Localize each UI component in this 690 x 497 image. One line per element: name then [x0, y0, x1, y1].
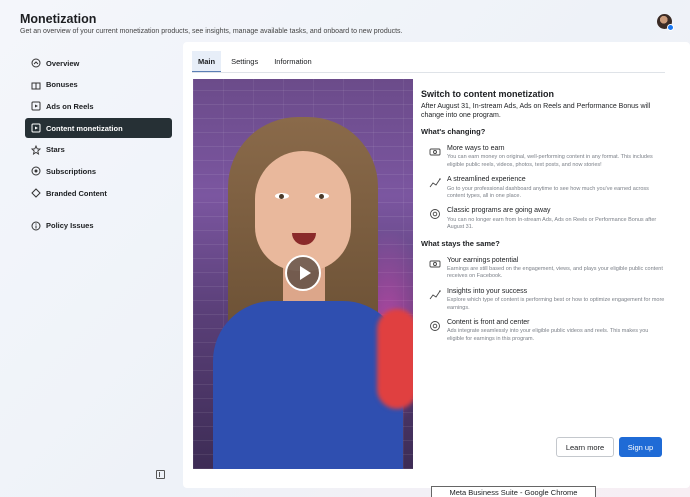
same-heading: What stays the same? [421, 238, 500, 248]
page-subtitle: Get an overview of your current monetiza… [20, 28, 403, 35]
trend-icon [429, 288, 443, 300]
sidebar-item-bonuses[interactable]: Bonuses [25, 75, 172, 95]
sidebar-item-label: Overview [46, 58, 80, 68]
overview-icon [30, 58, 41, 69]
video-eye [275, 193, 289, 199]
sidebar-item-overview[interactable]: Overview [25, 53, 172, 73]
feature-title: Content is front and center [447, 319, 530, 327]
sidebar-item-stars[interactable]: Stars [25, 140, 172, 160]
sidebar-item-label: Branded Content [46, 188, 107, 198]
feature-desc: Earnings are still based on the engageme… [447, 265, 663, 280]
reels-icon [30, 101, 41, 112]
tab-information[interactable]: Information [268, 51, 318, 72]
nav-divider [25, 205, 172, 216]
sidebar-item-label: Content monetization [46, 123, 123, 133]
feature-desc: You can earn money on original, well-per… [447, 154, 653, 168]
tab-bar: Main Settings Information [192, 51, 322, 72]
main-panel: Main Settings Information Switch to cont… [183, 42, 690, 488]
video-hand [377, 309, 413, 409]
branded-content-icon [30, 188, 41, 199]
sidebar-item-subscriptions[interactable]: Subscriptions [25, 161, 172, 181]
video-eye [315, 193, 329, 199]
feature-item: Content is front and center Ads integrate… [421, 319, 666, 343]
avatar[interactable] [657, 14, 674, 31]
target-icon [429, 207, 443, 220]
sidebar-item-content-monetization[interactable]: Content monetization [25, 118, 172, 139]
sidebar-item-label: Policy Issues [46, 221, 94, 231]
subscriptions-icon [30, 166, 41, 177]
target-icon [429, 319, 443, 331]
sidebar-item-label: Stars [46, 145, 65, 155]
feature-title: Classic programs are going away [447, 207, 551, 215]
window-tooltip: Meta Business Suite - Google Chrome [431, 486, 596, 497]
feature-item: Insights into your success Explore which … [421, 288, 666, 312]
video-player[interactable] [193, 79, 413, 469]
feature-item: Classic programs are going away You can n… [421, 207, 666, 231]
feature-item: A streamlined experience Go to your profe… [421, 176, 666, 200]
star-icon [30, 144, 41, 155]
page-header: Monetization Get an overview of your cur… [20, 12, 403, 35]
intro-text: After August 31, In-stream Ads, Ads on R… [421, 103, 651, 120]
money-icon [429, 145, 443, 157]
tab-settings[interactable]: Settings [225, 51, 264, 72]
feature-desc: Explore which type of content is perform… [447, 297, 665, 311]
sidebar-item-ads-on-reels[interactable]: Ads on Reels [25, 96, 172, 116]
info-content: Switch to content monetization After Aug… [421, 89, 666, 350]
feature-title: Your earnings potential [447, 256, 519, 264]
sidebar-item-branded-content[interactable]: Branded Content [25, 183, 172, 203]
feature-desc: Go to your professional dashboard anytim… [447, 185, 649, 199]
feature-item: Your earnings potential Earnings are stil… [421, 257, 666, 281]
play-icon[interactable] [285, 255, 321, 291]
content-icon [30, 123, 41, 134]
bonus-icon [30, 79, 41, 90]
video-mouth [292, 233, 316, 245]
feature-desc: Ads integrate seamlessly into your eligi… [447, 328, 649, 342]
facebook-badge-icon [667, 24, 674, 31]
tab-divider [192, 72, 665, 73]
section-title: Switch to content monetization [421, 89, 554, 99]
feature-desc: You can no longer earn from In-stream Ad… [447, 216, 657, 231]
feature-title: A streamlined experience [447, 176, 526, 184]
sign-up-button[interactable]: Sign up [619, 437, 662, 457]
learn-more-button[interactable]: Learn more [556, 437, 614, 457]
info-icon [30, 220, 41, 231]
feature-title: More ways to earn [447, 144, 505, 152]
money-icon [429, 257, 443, 269]
collapse-sidebar-icon[interactable] [156, 470, 165, 479]
video-shirt [213, 301, 403, 469]
sidebar-item-label: Subscriptions [46, 166, 97, 176]
sidebar-item-label: Bonuses [46, 80, 78, 90]
changing-heading: What's changing? [421, 126, 486, 136]
page-title: Monetization [20, 12, 97, 26]
sidebar-item-policy-issues[interactable]: Policy Issues [25, 216, 172, 236]
tab-main[interactable]: Main [192, 51, 222, 72]
trend-icon [429, 176, 443, 188]
feature-item: More ways to earn You can earn money on o… [421, 145, 666, 169]
sidebar-item-label: Ads on Reels [46, 101, 94, 111]
sidebar-nav: Overview Bonuses Ads on Reels Content mo… [25, 53, 172, 238]
feature-title: Insights into your success [447, 287, 528, 295]
video-face [255, 151, 351, 271]
